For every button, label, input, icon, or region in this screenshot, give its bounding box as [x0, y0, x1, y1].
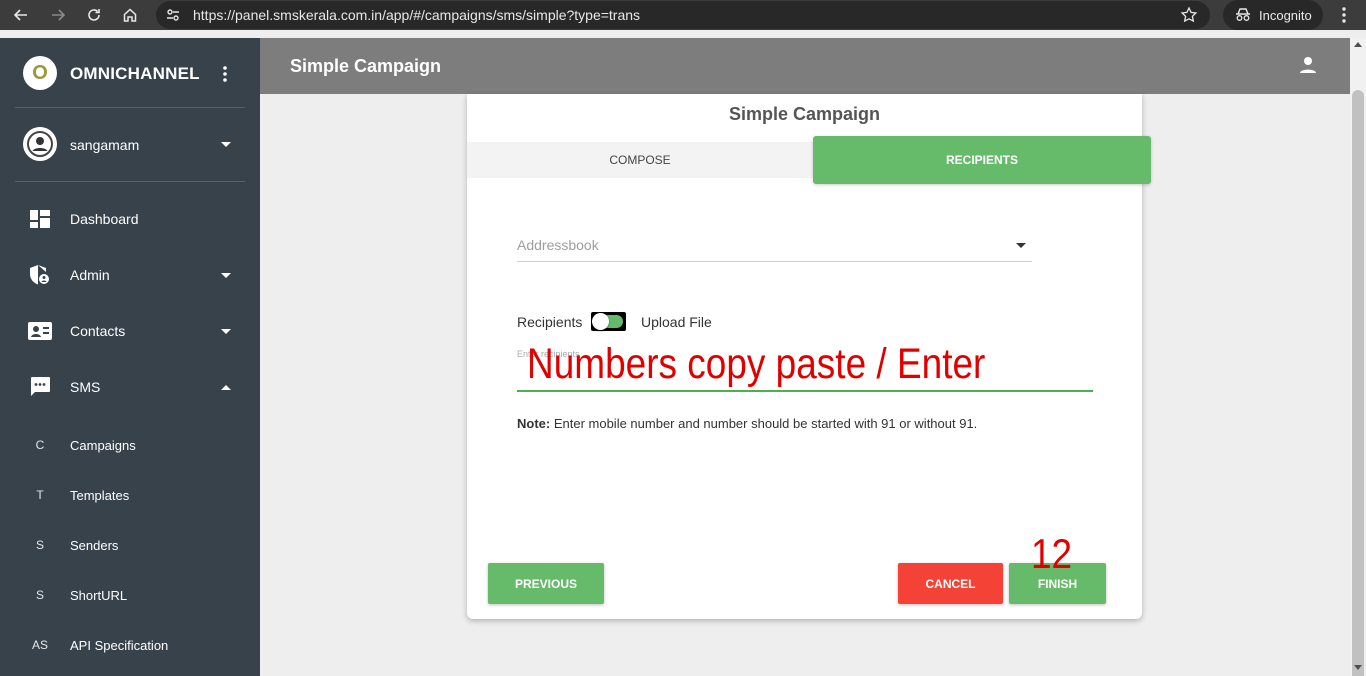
subitem-label: Templates [70, 488, 130, 503]
incognito-icon [1236, 8, 1250, 21]
sidebar-divider [15, 181, 245, 182]
sidebar-subitem-campaigns[interactable]: C Campaigns [0, 429, 260, 463]
subitem-label: Campaigns [70, 438, 136, 453]
scroll-up-arrow-icon[interactable] [1354, 42, 1362, 47]
tab-recipients[interactable]: RECIPIENTS [813, 136, 1151, 184]
note-label: Note: [517, 416, 551, 431]
account-icon[interactable] [1298, 55, 1318, 80]
toggle-label-upload-file: Upload File [641, 314, 712, 330]
sidebar-item-label: Contacts [70, 323, 126, 339]
sidebar-subitem-templates[interactable]: T Templates [0, 479, 260, 513]
annotation-step-number: 12 [1031, 530, 1073, 577]
toggle-knob [592, 313, 609, 330]
browser-menu-icon[interactable] [1336, 5, 1352, 30]
sidebar-item-dashboard[interactable]: Dashboard [0, 199, 260, 239]
sms-chat-icon [28, 377, 52, 397]
sidebar-item-admin[interactable]: Admin [0, 255, 260, 295]
back-arrow-icon [13, 9, 27, 21]
username: sangamam [70, 137, 140, 153]
bookmark-star-icon[interactable] [1180, 6, 1198, 29]
sidebar-divider [15, 107, 245, 108]
subitem-abbr: AS [31, 638, 48, 652]
subitem-label: ShortURL [70, 588, 128, 603]
card-title: Simple Campaign [728, 104, 881, 124]
subitem-abbr: C [35, 438, 45, 452]
back-button[interactable] [11, 5, 31, 25]
sidebar-item-label: Dashboard [70, 211, 139, 227]
subitem-abbr: T [36, 488, 44, 502]
user-menu[interactable]: sangamam [0, 124, 260, 164]
note-text: Note: Enter mobile number and number sho… [517, 416, 977, 431]
brand-name: OMNICHANNEL [70, 64, 200, 83]
brand: O OMNICHANNEL [0, 38, 260, 108]
campaign-card: Simple Campaign COMPOSE RECIPIENTS Addre… [467, 94, 1151, 619]
browser-toolbar: https://panel.smskerala.com.in/app/#/cam… [0, 0, 1366, 30]
campaign-tabs: COMPOSE RECIPIENTS [467, 136, 1151, 184]
sidebar-item-sms[interactable]: SMS [0, 367, 260, 407]
home-icon [123, 8, 137, 22]
incognito-label: Incognito [1259, 7, 1312, 23]
sidebar-subitem-senders[interactable]: S Senders [0, 529, 260, 563]
page-title: Simple Campaign [290, 56, 442, 76]
note-body: Enter mobile number and number should be… [550, 416, 978, 431]
site-settings-icon[interactable] [165, 7, 181, 28]
forward-button[interactable] [48, 5, 68, 25]
subitem-abbr: S [35, 538, 44, 552]
sidebar-item-contacts[interactable]: Contacts [0, 311, 260, 351]
reload-icon [88, 9, 100, 21]
avatar [23, 127, 57, 161]
page-scrollbar[interactable] [1350, 38, 1366, 676]
scroll-down-arrow-icon[interactable] [1354, 665, 1362, 670]
contacts-card-icon [28, 321, 52, 341]
dashboard-icon [28, 209, 52, 229]
tab-compose[interactable]: COMPOSE [467, 142, 813, 178]
subitem-label: Senders [70, 538, 119, 553]
previous-button[interactable]: PREVIOUS [488, 563, 604, 604]
address-bar[interactable]: https://panel.smskerala.com.in/app/#/cam… [156, 1, 1210, 29]
user-avatar-icon [27, 131, 53, 157]
forward-arrow-icon [52, 9, 66, 21]
scrollbar-thumb[interactable] [1352, 90, 1364, 676]
sidebar: O OMNICHANNEL sangamam Dashboard Admin C… [0, 38, 260, 676]
cancel-button[interactable]: CANCEL [898, 563, 1003, 604]
admin-caret-icon [221, 273, 231, 278]
user-caret-icon [221, 142, 231, 147]
dropdown-arrow-icon [1016, 243, 1026, 248]
recipients-input[interactable]: Enter recipients Numbers copy paste / En… [517, 340, 1093, 392]
recipients-upload-toggle[interactable] [591, 312, 626, 331]
incognito-badge[interactable]: Incognito [1223, 0, 1323, 30]
brand-logo: O [23, 56, 57, 90]
url-text: https://panel.smskerala.com.in/app/#/cam… [193, 7, 641, 23]
subitem-abbr: S [35, 588, 44, 602]
sidebar-item-label: SMS [70, 379, 101, 395]
sidebar-item-label: Admin [70, 267, 110, 283]
sms-caret-up-icon [221, 385, 231, 390]
sidebar-subitem-api-specification[interactable]: AS API Specification [0, 629, 260, 663]
sidebar-kebab-icon[interactable] [219, 65, 231, 88]
sidebar-subitem-shorturl[interactable]: S ShortURL [0, 579, 260, 613]
addressbook-select[interactable]: Addressbook [517, 234, 1032, 262]
annotation-text: Numbers copy paste / Enter [527, 340, 986, 388]
admin-shield-icon [28, 265, 52, 285]
subitem-label: API Specification [70, 638, 169, 653]
reload-button[interactable] [84, 5, 104, 25]
contacts-caret-icon [221, 329, 231, 334]
toggle-label-recipients: Recipients [517, 314, 583, 330]
app-header: Simple Campaign [260, 38, 1350, 94]
home-button[interactable] [120, 5, 140, 25]
addressbook-placeholder: Addressbook [517, 237, 599, 253]
